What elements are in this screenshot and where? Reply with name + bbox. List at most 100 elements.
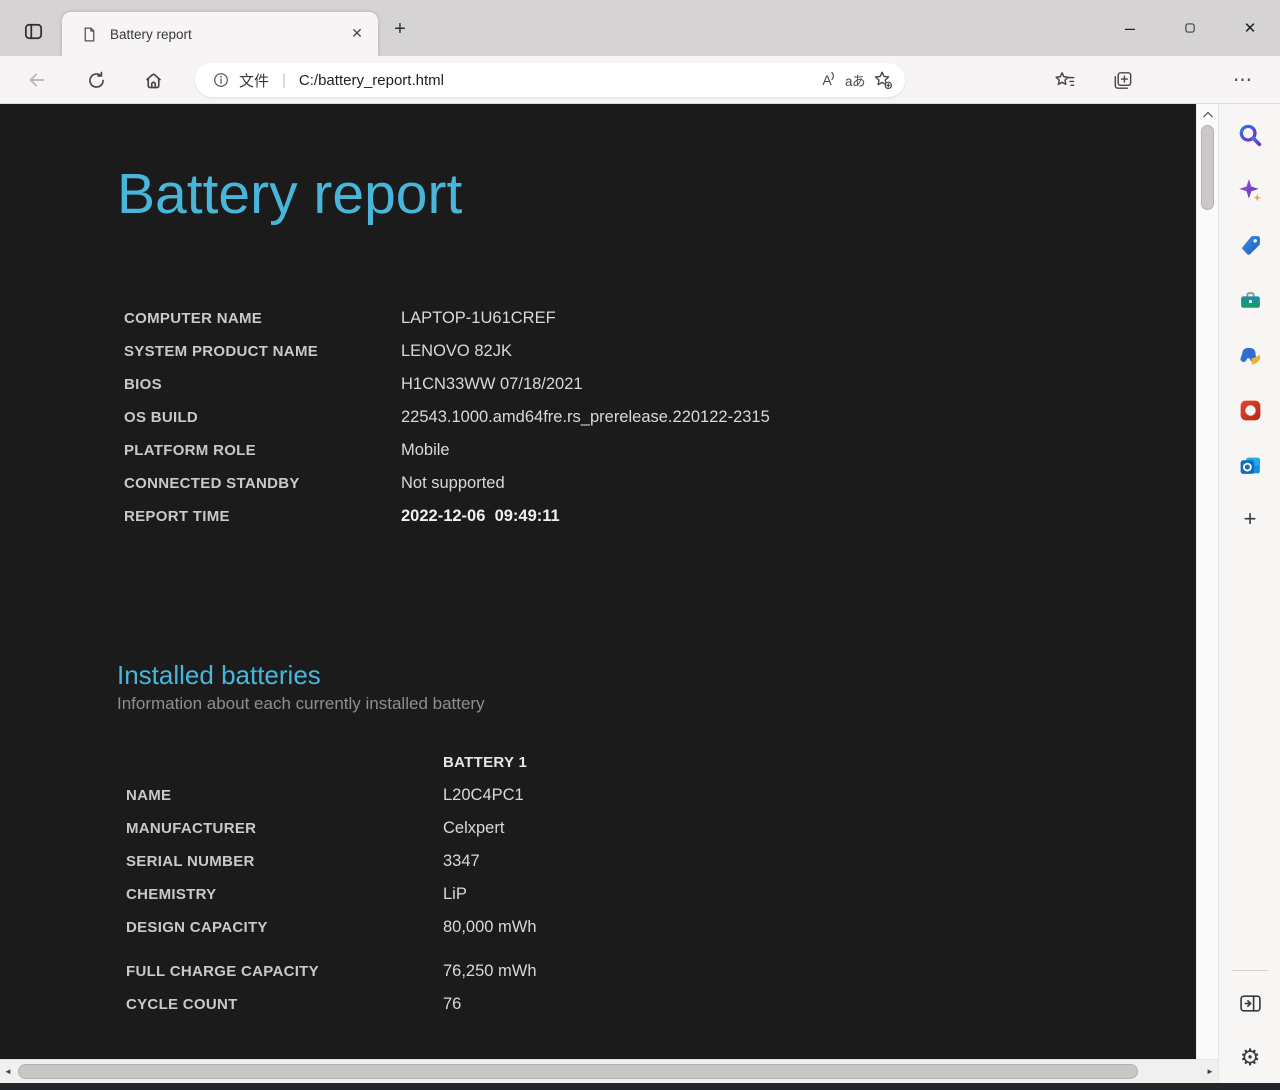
table-row: PLATFORM ROLE Mobile xyxy=(124,434,1196,467)
row-value: 76,250 mWh xyxy=(443,961,537,980)
home-button[interactable] xyxy=(138,65,168,95)
address-scheme-label: 文件 xyxy=(239,72,270,90)
info-icon xyxy=(212,71,230,89)
table-row: CONNECTED STANDBY Not supported xyxy=(124,467,1196,500)
maximize-button[interactable] xyxy=(1160,0,1220,56)
sidebar-panel-toggle[interactable] xyxy=(1236,989,1264,1017)
sidebar-office-button[interactable] xyxy=(1236,396,1264,424)
scroll-right-arrow[interactable]: ► xyxy=(1202,1067,1218,1076)
horizontal-scrollbar[interactable]: ◄ ► xyxy=(0,1059,1218,1083)
system-info-table: COMPUTER NAME LAPTOP-1U61CREF SYSTEM PROD… xyxy=(124,302,1196,533)
table-row: CYCLE COUNT 76 xyxy=(126,988,1196,1021)
browser-toolbar: 文件 | C:/battery_report.html A aあ IA ⋯ xyxy=(0,56,1280,149)
row-value: 22543.1000.amd64fre.rs_prerelease.220122… xyxy=(401,407,770,426)
row-value: LENOVO 82JK xyxy=(401,341,512,360)
table-row: COMPUTER NAME LAPTOP-1U61CREF xyxy=(124,302,1196,335)
table-row: FULL CHARGE CAPACITY 76,250 mWh xyxy=(126,955,1196,988)
horizontal-scroll-thumb[interactable] xyxy=(18,1064,1138,1079)
search-icon xyxy=(1237,122,1263,148)
tab-title: Battery report xyxy=(110,26,192,42)
tab-actions-icon xyxy=(22,20,45,43)
collections-button[interactable] xyxy=(1107,65,1137,95)
vertical-scroll-thumb[interactable] xyxy=(1201,125,1214,210)
favorites-button[interactable] xyxy=(1049,65,1079,95)
row-label: CHEMISTRY xyxy=(126,885,217,903)
add-favorite-button[interactable] xyxy=(869,66,897,94)
table-row: DESIGN CAPACITY 80,000 mWh xyxy=(126,911,1196,944)
table-row: NAME L20C4PC1 xyxy=(126,779,1196,812)
battery-column-header: BATTERY 1 xyxy=(443,753,528,771)
games-controller-icon xyxy=(1237,342,1263,368)
close-window-button[interactable]: ✕ xyxy=(1220,0,1280,56)
address-separator: | xyxy=(282,71,286,89)
browser-tab[interactable]: Battery report ✕ xyxy=(62,12,378,56)
home-icon xyxy=(143,70,164,91)
row-value: L20C4PC1 xyxy=(443,785,524,804)
shopping-tag-icon xyxy=(1238,233,1263,258)
page-title: Battery report xyxy=(117,162,463,226)
row-label: REPORT TIME xyxy=(124,507,230,525)
table-row: SERIAL NUMBER 3347 xyxy=(126,845,1196,878)
table-row: MANUFACTURER Celxpert xyxy=(126,812,1196,845)
installed-batteries-heading: Installed batteries xyxy=(117,659,321,690)
translate-icon: aあ xyxy=(844,74,866,89)
sidebar-tools-button[interactable] xyxy=(1236,286,1264,314)
page-document-icon xyxy=(81,26,98,43)
copilot-sparkle-icon xyxy=(1237,177,1263,203)
close-icon: ✕ xyxy=(1243,20,1257,37)
row-label: PLATFORM ROLE xyxy=(124,441,256,459)
more-icon: ⋯ xyxy=(1233,69,1253,91)
row-label: SERIAL NUMBER xyxy=(126,852,255,870)
back-arrow-icon xyxy=(26,69,48,91)
favorites-star-list-icon xyxy=(1053,69,1076,92)
row-value: Not supported xyxy=(401,473,505,492)
address-bar[interactable]: 文件 | C:/battery_report.html A aあ xyxy=(195,63,905,97)
scroll-left-arrow[interactable]: ◄ xyxy=(0,1067,16,1076)
row-label: NAME xyxy=(126,786,172,804)
sidebar-shopping-button[interactable] xyxy=(1236,231,1264,259)
refresh-button[interactable] xyxy=(81,65,111,95)
table-row: BIOS H1CN33WW 07/18/2021 xyxy=(124,368,1196,401)
sidebar-search-button[interactable] xyxy=(1236,121,1264,149)
window-bottom-edge xyxy=(0,1083,1280,1090)
new-tab-button[interactable]: + xyxy=(386,16,414,44)
minimize-icon: – xyxy=(1124,18,1135,38)
collections-icon xyxy=(1111,69,1134,92)
row-label: OS BUILD xyxy=(124,408,199,426)
browser-viewport: Battery report COMPUTER NAME LAPTOP-1U61C… xyxy=(0,104,1280,1083)
sidebar-games-button[interactable] xyxy=(1236,341,1264,369)
plus-icon: + xyxy=(1243,506,1257,531)
sidebar-outlook-button[interactable] xyxy=(1236,451,1264,479)
battery-details-table: BATTERY 1 NAME L20C4PC1 MANUFACTURER Celxp… xyxy=(126,746,1196,1021)
table-row: CHEMISTRY LiP xyxy=(126,878,1196,911)
gear-icon: ⚙ xyxy=(1239,1045,1261,1071)
table-spacer xyxy=(126,944,1196,955)
table-row: SYSTEM PRODUCT NAME LENOVO 82JK xyxy=(124,335,1196,368)
scroll-up-arrow[interactable] xyxy=(1199,107,1217,121)
read-aloud-button[interactable]: A xyxy=(813,66,841,94)
row-value: Mobile xyxy=(401,440,450,459)
row-label: SYSTEM PRODUCT NAME xyxy=(124,342,319,360)
vertical-scrollbar[interactable] xyxy=(1196,104,1218,1059)
row-label: BIOS xyxy=(124,375,162,393)
table-row: REPORT TIME 2022-12-06 09:49:11 xyxy=(124,500,1196,533)
minimize-button[interactable]: – xyxy=(1100,0,1160,56)
back-button[interactable] xyxy=(22,65,52,95)
row-value: Celxpert xyxy=(443,818,505,837)
chevron-up-icon xyxy=(1202,110,1214,119)
restore-icon xyxy=(1183,21,1197,35)
office-icon xyxy=(1238,398,1263,423)
tab-actions-menu-button[interactable] xyxy=(20,18,47,45)
battery-report-page: Battery report COMPUTER NAME LAPTOP-1U61C… xyxy=(0,104,1196,1059)
settings-more-button[interactable]: ⋯ xyxy=(1228,65,1258,95)
row-value: LiP xyxy=(443,884,467,903)
row-value: H1CN33WW 07/18/2021 xyxy=(401,374,583,393)
sidebar-copilot-button[interactable] xyxy=(1236,176,1264,204)
sidebar-settings-button[interactable]: ⚙ xyxy=(1236,1044,1264,1072)
sidebar-divider xyxy=(1232,970,1268,971)
translate-button[interactable]: aあ xyxy=(841,66,869,94)
row-label: CONNECTED STANDBY xyxy=(124,474,300,492)
window-controls: – ✕ xyxy=(1100,0,1280,56)
tab-close-button[interactable]: ✕ xyxy=(346,23,368,45)
sidebar-customize-button[interactable]: + xyxy=(1236,505,1264,533)
